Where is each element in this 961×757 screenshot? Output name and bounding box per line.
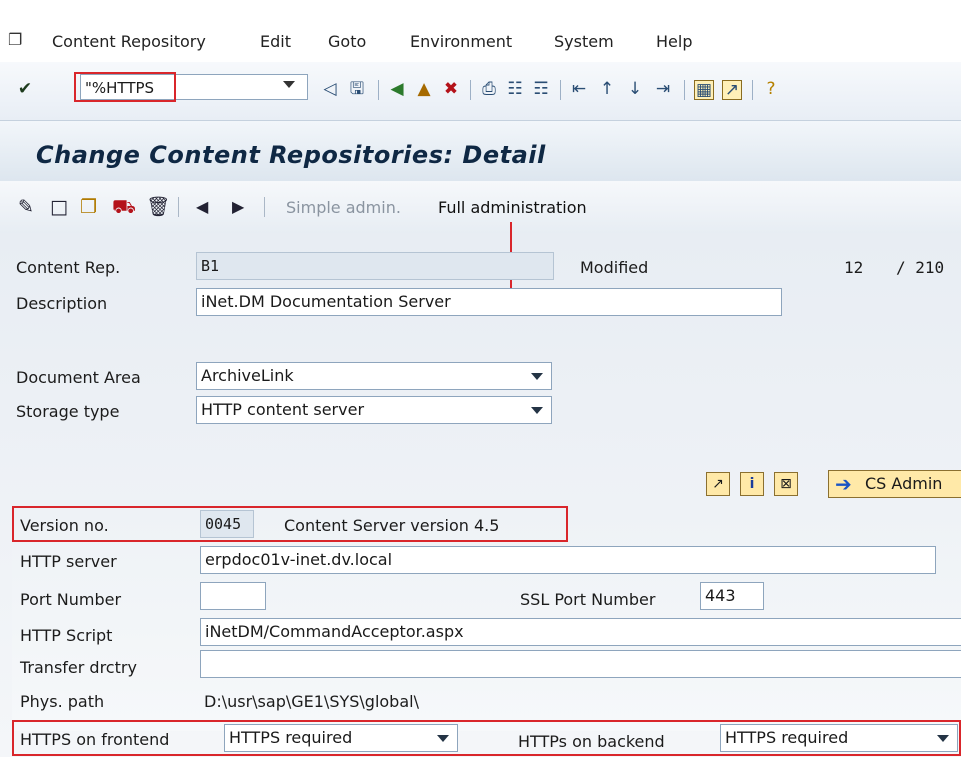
storage-type-dropdown[interactable]: HTTP content server xyxy=(196,396,552,424)
description-label: Description xyxy=(16,294,108,313)
page-title: Change Content Repositories: Detail xyxy=(36,141,546,169)
https-highlight xyxy=(12,720,961,756)
phys-path-label: Phys. path xyxy=(20,692,105,711)
previous-icon[interactable]: ◀ xyxy=(196,197,208,217)
modified-count: 12 xyxy=(844,258,864,277)
ssl-port-label: SSL Port Number xyxy=(520,590,656,609)
menu-content-repository[interactable]: Content Repository xyxy=(52,32,206,51)
last-page-icon[interactable]: ⇥ xyxy=(654,80,672,98)
menu-goto[interactable]: Goto xyxy=(328,32,366,51)
menu-edit[interactable]: Edit xyxy=(260,32,291,51)
back-icon[interactable]: ◁ xyxy=(321,80,339,98)
separator xyxy=(378,80,379,100)
check-icon[interactable]: ✔ xyxy=(16,80,34,98)
title-bar: Change Content Repositories: Detail xyxy=(0,121,961,181)
save-icon[interactable]: 🖫 xyxy=(348,80,366,98)
create-icon[interactable]: □ xyxy=(50,197,68,217)
ssl-port-field[interactable]: 443 xyxy=(700,582,764,610)
dropdown-arrow-icon xyxy=(531,407,543,414)
prev-page-icon[interactable]: ↑ xyxy=(598,80,616,98)
modified-total: / 210 xyxy=(896,258,945,277)
menu-icon[interactable]: ❐ xyxy=(8,30,22,49)
menu-environment[interactable]: Environment xyxy=(410,32,512,51)
nav-back-icon[interactable]: ◀ xyxy=(388,80,406,98)
application-toolbar: ✎ □ ❐ ⛟ 🗑 ◀ ▶ Simple admin. Full adminis… xyxy=(0,181,961,234)
print-icon[interactable]: ⎙ xyxy=(480,80,498,98)
description-field[interactable]: iNet.DM Documentation Server xyxy=(196,288,782,316)
cancel-icon[interactable]: ✖ xyxy=(442,80,460,98)
phys-path-value: D:\usr\sap\GE1\SYS\global\ xyxy=(204,692,419,711)
separator xyxy=(560,80,561,100)
cs-admin-button[interactable]: ➔ CS Admin xyxy=(828,470,961,498)
menu-bar: ❐ Content Repository Edit Goto Environme… xyxy=(0,0,961,63)
first-page-icon[interactable]: ⇤ xyxy=(570,80,588,98)
info-icon[interactable]: i xyxy=(740,472,764,496)
document-area-label: Document Area xyxy=(16,368,141,387)
http-script-label: HTTP Script xyxy=(20,626,113,645)
separator xyxy=(264,197,265,217)
http-server-label: HTTP server xyxy=(20,552,117,571)
content-rep-label: Content Rep. xyxy=(16,258,121,277)
command-dropdown-icon[interactable] xyxy=(283,81,295,88)
full-administration-button[interactable]: Full administration xyxy=(438,198,587,217)
separator xyxy=(684,80,685,100)
simple-admin-button[interactable]: Simple admin. xyxy=(286,198,401,217)
delete-icon[interactable]: 🗑 xyxy=(146,197,170,217)
separator xyxy=(178,197,179,217)
copy-icon[interactable]: ❐ xyxy=(80,197,97,217)
edit-icon[interactable]: ✎ xyxy=(18,197,34,217)
arrow-right-icon: ➔ xyxy=(835,472,852,496)
find-next-icon[interactable]: ☶ xyxy=(532,80,550,98)
menu-help[interactable]: Help xyxy=(656,32,692,51)
transfer-directory-field[interactable] xyxy=(200,650,961,678)
separator xyxy=(470,80,471,100)
share-icon[interactable]: ↗ xyxy=(706,472,730,496)
transport-icon[interactable]: ⛟ xyxy=(112,197,136,217)
menu-system[interactable]: System xyxy=(554,32,614,51)
http-server-field[interactable]: erpdoc01v-inet.dv.local xyxy=(200,546,936,574)
separator xyxy=(752,80,753,100)
version-highlight xyxy=(12,506,568,542)
new-session-icon[interactable]: ▦ xyxy=(694,80,714,100)
document-area-dropdown[interactable]: ArchiveLink xyxy=(196,362,552,390)
port-number-field[interactable] xyxy=(200,582,266,610)
storage-type-label: Storage type xyxy=(16,402,120,421)
find-icon[interactable]: ☷ xyxy=(506,80,524,98)
standard-toolbar: ✔ "%HTTPS ◁ 🖫 ◀ ▲ ✖ ⎙ ☷ ☶ ⇤ ↑ ↓ ⇥ ▦ ↗ ? xyxy=(0,62,961,121)
exit-icon[interactable]: ▲ xyxy=(415,80,433,98)
command-highlight xyxy=(74,72,176,102)
content-rep-field: B1 xyxy=(196,252,554,280)
dropdown-arrow-icon xyxy=(531,373,543,380)
http-script-field[interactable]: iNetDM/CommandAcceptor.aspx xyxy=(200,618,961,646)
help-icon[interactable]: ? xyxy=(762,80,780,98)
port-number-label: Port Number xyxy=(20,590,122,609)
modified-label: Modified xyxy=(580,258,649,277)
test-icon[interactable]: ⊠ xyxy=(774,472,798,496)
transfer-directory-label: Transfer drctry xyxy=(20,658,137,677)
shortcut-icon[interactable]: ↗ xyxy=(722,80,742,100)
next-icon[interactable]: ▶ xyxy=(232,197,244,217)
next-page-icon[interactable]: ↓ xyxy=(626,80,644,98)
